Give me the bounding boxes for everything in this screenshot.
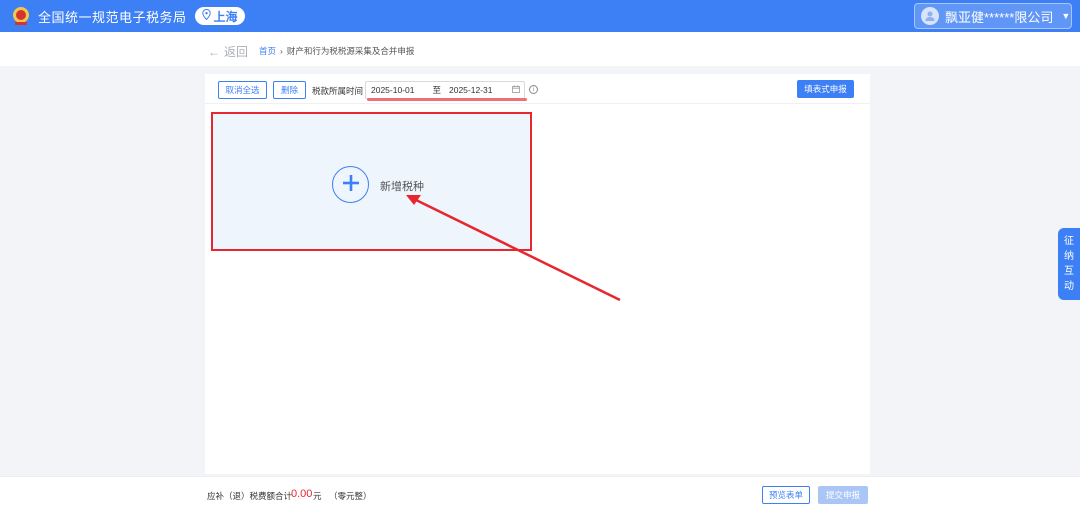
- add-tax-type-button[interactable]: [332, 166, 369, 203]
- back-button[interactable]: ← 返回: [208, 43, 248, 60]
- total-tax-label: 应补（退）税费额合计: [207, 491, 293, 501]
- breadcrumb: 首页 › 财产和行为税税源采集及合并申报: [259, 45, 414, 57]
- interaction-side-tab[interactable]: 征 纳 互 动: [1058, 228, 1080, 300]
- preview-form-button[interactable]: 预览表单: [762, 486, 810, 504]
- breadcrumb-bar: ← 返回 首页 › 财产和行为税税源采集及合并申报: [0, 32, 1080, 66]
- side-tab-char: 纳: [1064, 251, 1074, 262]
- back-label: 返回: [224, 45, 249, 59]
- user-name: 飘亚健******限公司: [945, 9, 1054, 25]
- total-tax-note: （零元整）: [329, 491, 372, 501]
- top-navbar: 全国统一规范电子税务局 上海 飘亚健******限公司 ▼: [0, 0, 1080, 32]
- side-tab-char: 征: [1064, 236, 1074, 247]
- side-tab-char: 互: [1064, 266, 1074, 277]
- back-arrow-icon: ←: [208, 44, 220, 59]
- annotation-underline: [367, 98, 527, 101]
- region-selector[interactable]: 上海: [194, 7, 245, 25]
- location-pin-icon: [201, 8, 211, 23]
- toolbar: 取消全选 删除 税款所属时间 2025-10-01 至 2025-12-31 i…: [205, 74, 870, 104]
- annotation-highlight-box: [211, 112, 532, 251]
- total-tax-amount: 0.00: [291, 488, 313, 500]
- region-label: 上海: [213, 9, 238, 24]
- breadcrumb-current: 财产和行为税税源采集及合并申报: [286, 46, 415, 56]
- emblem-icon: [10, 5, 32, 27]
- footer-bar: 应补（退）税费额合计 0.00 元 （零元整） 预览表单 提交申报: [0, 476, 1080, 512]
- caret-down-icon: ▼: [1061, 11, 1071, 21]
- side-tab-char: 动: [1064, 281, 1074, 292]
- tax-period-label: 税款所属时间: [312, 86, 364, 96]
- tax-period-range-picker[interactable]: 2025-10-01 至 2025-12-31: [365, 81, 525, 99]
- info-icon[interactable]: i: [529, 85, 538, 94]
- period-range-separator: 至: [432, 85, 441, 95]
- breadcrumb-home-link[interactable]: 首页: [259, 45, 276, 57]
- calendar-icon[interactable]: [512, 85, 521, 95]
- avatar-icon: [921, 7, 939, 25]
- plus-icon: [342, 174, 360, 195]
- site-title[interactable]: 全国统一规范电子税务局: [38, 7, 187, 26]
- form-declare-button[interactable]: 填表式申报: [797, 80, 854, 98]
- add-tax-type-label[interactable]: 新增税种: [380, 178, 424, 194]
- delete-button[interactable]: 删除: [273, 81, 306, 99]
- deselect-all-button[interactable]: 取消全选: [218, 81, 267, 99]
- submit-declaration-button[interactable]: 提交申报: [818, 486, 868, 504]
- breadcrumb-separator: ›: [280, 46, 283, 56]
- user-menu[interactable]: 飘亚健******限公司 ▼: [914, 3, 1072, 29]
- period-end-date[interactable]: 2025-12-31: [449, 85, 492, 95]
- period-start-date[interactable]: 2025-10-01: [371, 85, 414, 95]
- total-tax-unit: 元: [313, 491, 322, 501]
